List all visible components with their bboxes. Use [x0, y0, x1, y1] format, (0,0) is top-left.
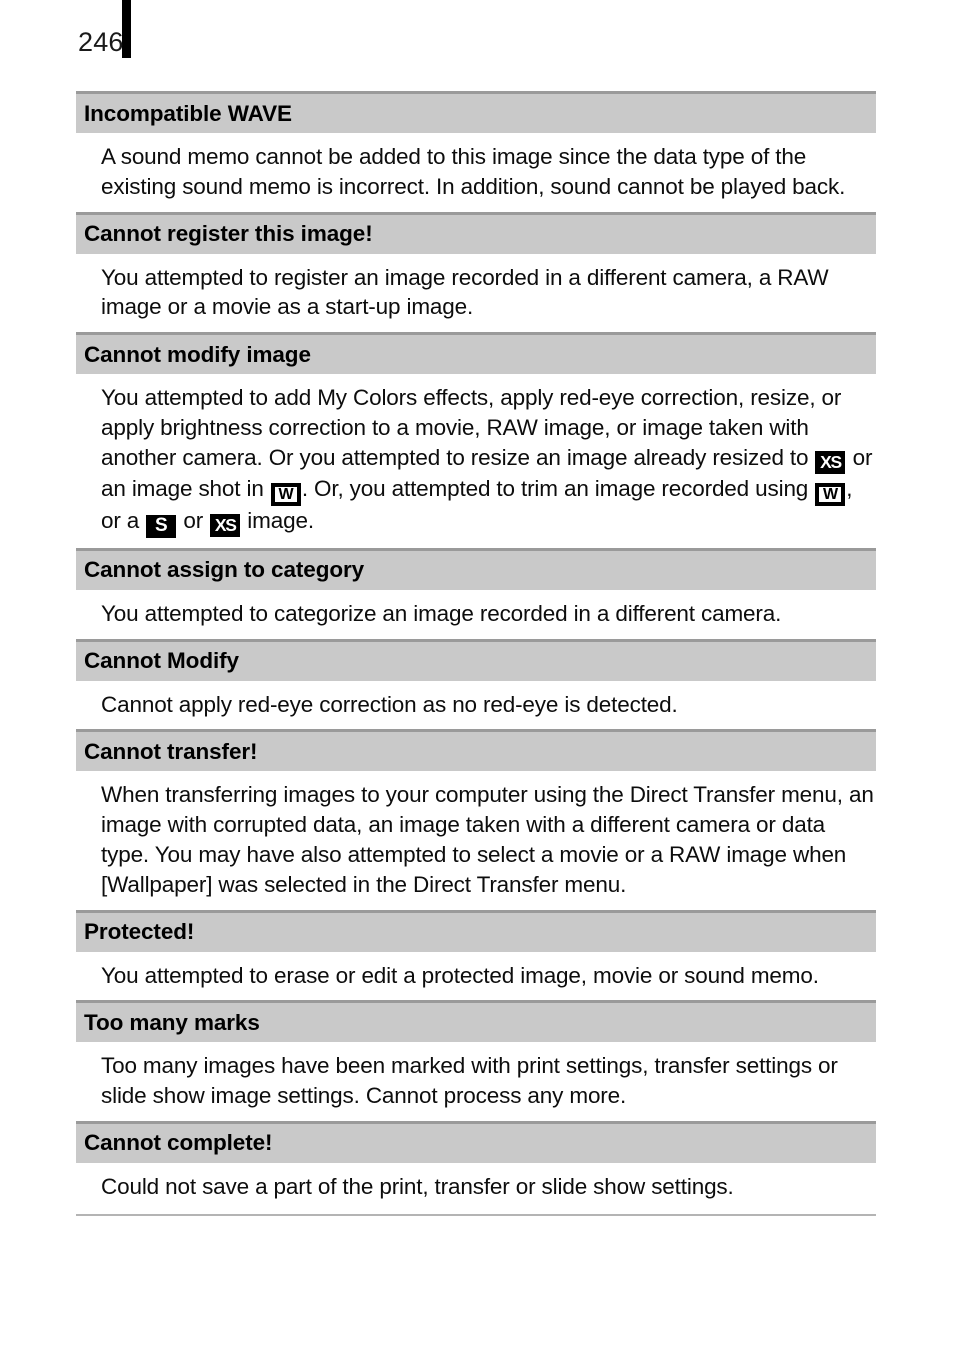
- message-body-text: You attempted to add My Colors effects, …: [101, 383, 876, 538]
- message-section: Cannot transfer! When transferring images…: [76, 729, 876, 910]
- message-title: Cannot register this image!: [84, 221, 373, 247]
- message-title-bar: Cannot Modify: [76, 641, 876, 681]
- body-text-run: When transferring images to your compute…: [101, 782, 874, 897]
- message-title: Incompatible WAVE: [84, 100, 292, 126]
- message-body: Cannot apply red-eye correction as no re…: [76, 680, 876, 730]
- message-title: Cannot assign to category: [84, 557, 365, 583]
- resolution-s-icon: S: [146, 514, 177, 538]
- message-body-text: You attempted to erase or edit a protect…: [101, 961, 876, 991]
- message-title: Cannot transfer!: [84, 738, 258, 764]
- page-header: 246: [0, 0, 954, 88]
- message-body: You attempted to add My Colors effects, …: [76, 374, 876, 548]
- message-body-text: Could not save a part of the print, tran…: [101, 1172, 876, 1202]
- message-section: Protected! You attempted to erase or edit…: [76, 909, 876, 1001]
- body-text-run: or: [177, 507, 210, 533]
- message-title: Cannot Modify: [84, 648, 239, 674]
- message-title-bar: Cannot transfer!: [76, 732, 876, 772]
- message-title: Cannot modify image: [84, 341, 311, 367]
- message-title: Protected!: [84, 919, 195, 945]
- resolution-widescreen-icon: W: [270, 482, 301, 506]
- message-section: Cannot assign to category You attempted t…: [76, 547, 876, 639]
- message-title-bar: Cannot modify image: [76, 335, 876, 375]
- message-section: Cannot register this image! You attempted…: [76, 211, 876, 333]
- body-text-run: You attempted to erase or edit a protect…: [101, 962, 819, 988]
- message-body-text: You attempted to register an image recor…: [101, 263, 876, 323]
- body-text-run: You attempted to categorize an image rec…: [101, 600, 782, 626]
- message-title: Cannot complete!: [84, 1130, 273, 1156]
- message-body: When transferring images to your compute…: [76, 771, 876, 910]
- message-body: You attempted to categorize an image rec…: [76, 589, 876, 639]
- message-title-bar: Too many marks: [76, 1003, 876, 1043]
- message-body-text: Too many images have been marked with pr…: [101, 1051, 876, 1111]
- message-body: Too many images have been marked with pr…: [76, 1042, 876, 1121]
- body-text-run: . Or, you attempted to trim an image rec…: [301, 475, 815, 501]
- resolution-widescreen-icon: W: [815, 482, 846, 506]
- body-text-run: Could not save a part of the print, tran…: [101, 1173, 734, 1199]
- body-text-run: You attempted to add My Colors effects, …: [101, 385, 842, 470]
- message-body-text: Cannot apply red-eye correction as no re…: [101, 690, 876, 720]
- page-number: 246: [78, 27, 124, 57]
- message-title-bar: Protected!: [76, 912, 876, 952]
- body-text-run: Cannot apply red-eye correction as no re…: [101, 691, 678, 717]
- message-body: A sound memo cannot be added to this ima…: [76, 133, 876, 212]
- message-section: Incompatible WAVE A sound memo cannot be …: [76, 91, 876, 212]
- message-title-bar: Cannot assign to category: [76, 550, 876, 590]
- body-text-run: A sound memo cannot be added to this ima…: [101, 144, 846, 199]
- message-title-bar: Cannot register this image!: [76, 214, 876, 254]
- message-body: Could not save a part of the print, tran…: [76, 1162, 876, 1212]
- body-text-run: You attempted to register an image recor…: [101, 264, 829, 320]
- error-message-table: Incompatible WAVE A sound memo cannot be …: [76, 91, 876, 1216]
- message-section: Cannot complete! Could not save a part of…: [76, 1120, 876, 1212]
- table-bottom-divider: [76, 1213, 876, 1216]
- body-text-run: Too many images have been marked with pr…: [101, 1053, 838, 1109]
- message-section: Cannot Modify Cannot apply red-eye correc…: [76, 638, 876, 730]
- resolution-xs-icon: XS: [815, 450, 846, 474]
- resolution-xs-icon: XS: [210, 513, 241, 537]
- message-title-bar: Incompatible WAVE: [76, 94, 876, 133]
- message-body-text: When transferring images to your compute…: [101, 780, 876, 899]
- body-text-run: image.: [241, 507, 314, 533]
- message-title: Too many marks: [84, 1009, 260, 1035]
- message-section: Cannot modify image You attempted to add …: [76, 332, 876, 548]
- message-body: You attempted to erase or edit a protect…: [76, 951, 876, 1001]
- message-body: You attempted to register an image recor…: [76, 253, 876, 333]
- message-title-bar: Cannot complete!: [76, 1123, 876, 1163]
- message-body-text: A sound memo cannot be added to this ima…: [101, 142, 876, 202]
- message-body-text: You attempted to categorize an image rec…: [101, 599, 876, 629]
- message-section: Too many marks Too many images have been …: [76, 1000, 876, 1121]
